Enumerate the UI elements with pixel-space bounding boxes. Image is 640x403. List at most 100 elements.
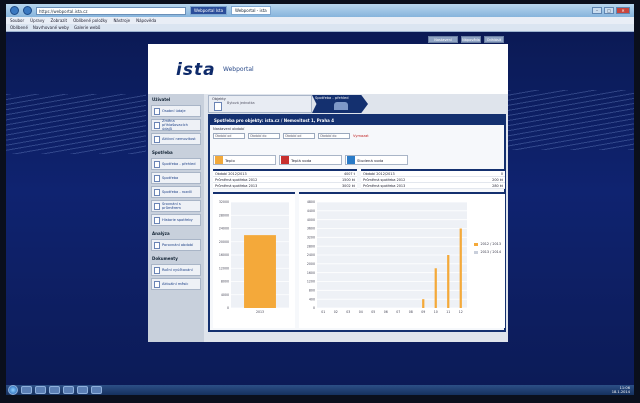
- period-from-select[interactable]: Období od: [213, 133, 245, 139]
- taskbar-app-ie[interactable]: [21, 386, 32, 394]
- reset-filter-button[interactable]: Vymazat: [353, 134, 369, 138]
- sidebar-item-active-property[interactable]: Aktivní nemovitost: [151, 133, 201, 145]
- y-tick-label: 2800: [307, 244, 315, 248]
- settings-button[interactable]: Nastavení: [428, 36, 458, 43]
- browser-tab-2[interactable]: Webportal - ista: [231, 6, 271, 15]
- y-tick-label: 20000: [219, 240, 229, 244]
- portal-title: Webportal: [223, 66, 254, 73]
- x-tick-label: 01: [321, 310, 325, 314]
- menu-item[interactable]: Soubor: [10, 17, 24, 24]
- chart-icon: [154, 188, 160, 196]
- y-tick-label: 1200: [307, 280, 315, 284]
- bar: [422, 299, 425, 308]
- sidebar-section-title: Spotřeba: [152, 150, 173, 155]
- row-value: 4007 t: [343, 172, 355, 176]
- bar: [459, 228, 462, 308]
- x-tick-label: 08: [409, 310, 413, 314]
- period-from-select-2[interactable]: Období od: [283, 133, 315, 139]
- legend-item[interactable]: 2012 / 2013: [474, 242, 501, 246]
- back-icon[interactable]: [10, 6, 19, 15]
- sidebar-item-consumption-difference[interactable]: Spotřeba - rozdíl: [151, 186, 201, 198]
- sidebar-item-change-login[interactable]: Změna přihlašovacích údajů: [151, 119, 201, 131]
- taskbar-app-office[interactable]: [63, 386, 74, 394]
- x-tick-label: 03: [346, 310, 350, 314]
- background-swoosh-left: [6, 94, 146, 154]
- document-icon: [154, 107, 160, 115]
- yearly-chart: 0 4000 8000 12000 16000 20000 24000 28000 32000 2…: [213, 192, 295, 328]
- sidebar-item-label: Spotřeba - rozdíl: [162, 190, 192, 194]
- legend-swatch: [474, 242, 479, 246]
- card-hot-water[interactable]: Teplá voda: [279, 155, 342, 165]
- sidebar-item-consumption-overview[interactable]: Spotřeba - přehled: [151, 158, 201, 170]
- period-to-select-2[interactable]: Období do: [318, 133, 350, 139]
- row-key: Průměrná spotřeba 2013: [215, 184, 258, 188]
- sidebar-item-period-comparison[interactable]: Porovnání období: [151, 239, 201, 251]
- main-area: Objekty Bytová jednotka Spotřeba - přehl…: [206, 94, 508, 342]
- sidebar-item-label: Srovnání s průměrem: [162, 202, 181, 210]
- document-icon: [154, 121, 160, 129]
- sidebar-item-label: Aktuální měsíc: [162, 282, 189, 286]
- document-icon: [154, 280, 160, 288]
- chart-icon: [154, 160, 160, 168]
- sidebar-item-label: Historie spotřeby: [162, 218, 193, 222]
- sidebar-item-average-comparison[interactable]: Srovnání s průměrem: [151, 200, 201, 212]
- minimize-icon[interactable]: –: [592, 7, 602, 14]
- sidebar-item-current-month[interactable]: Aktuální měsíc: [151, 278, 201, 290]
- taskbar-app-browser[interactable]: [77, 386, 88, 394]
- menu-item[interactable]: Oblíbené položky: [73, 17, 107, 24]
- period-filter: Nastavení období Období od Období do Obd…: [213, 127, 501, 139]
- step-objects[interactable]: Objekty Bytová jednotka: [208, 95, 312, 113]
- sidebar-item-consumption[interactable]: Spotřeba: [151, 172, 201, 184]
- favorites-item[interactable]: Navrhované weby: [33, 24, 69, 31]
- menu-item[interactable]: Nápověda: [136, 17, 156, 24]
- x-tick-label: 10: [434, 310, 438, 314]
- taskbar-app-explorer[interactable]: [35, 386, 46, 394]
- start-button[interactable]: [8, 385, 18, 395]
- y-tick-label: 4000: [307, 218, 315, 222]
- taskbar-app-media[interactable]: [49, 386, 60, 394]
- chart-legend: 2012 / 2013 2013 / 2014: [474, 242, 501, 258]
- row-value: 200 kt: [492, 178, 503, 182]
- sidebar-section-title: Uživatel: [152, 97, 171, 102]
- card-cold-water[interactable]: Studená voda: [345, 155, 408, 165]
- y-tick-label: 32000: [219, 200, 229, 204]
- menu-item[interactable]: Úpravy: [30, 17, 44, 24]
- sidebar-item-personal-data[interactable]: Osobní údaje: [151, 105, 201, 117]
- monthly-chart: 0 400 800 1200 1600 2000 2400 2800 3200 3600 4000 4…: [299, 192, 505, 328]
- background-swoosh-right: [506, 90, 634, 150]
- menu-item[interactable]: Nástroje: [113, 17, 130, 24]
- sidebar-item-label: Roční vyúčtování: [162, 268, 193, 272]
- taskbar-app-other[interactable]: [91, 386, 102, 394]
- step-consumption-overview[interactable]: Spotřeba - přehled: [312, 95, 368, 113]
- logout-button[interactable]: Odhlásit: [484, 36, 504, 43]
- sidebar-item-label: Změna přihlašovacích údajů: [162, 119, 188, 131]
- address-bar[interactable]: https://webportal.ista.cz: [36, 6, 186, 15]
- card-heat[interactable]: Teplo: [213, 155, 276, 165]
- y-tick-label: 16000: [219, 253, 229, 257]
- row-value: 280 kt: [492, 184, 503, 188]
- header-buttons: Nastavení Nápověda Odhlásit: [428, 36, 504, 43]
- forward-icon[interactable]: [23, 6, 32, 15]
- menu-item[interactable]: Zobrazit: [50, 17, 67, 24]
- bar: [447, 255, 450, 308]
- legend-item[interactable]: 2013 / 2014: [474, 250, 501, 254]
- x-tick-label: 02: [334, 310, 338, 314]
- help-button[interactable]: Nápověda: [461, 36, 481, 43]
- heat-icon: [215, 156, 223, 164]
- period-to-select[interactable]: Období do: [248, 133, 280, 139]
- taskbar-clock[interactable]: 11:06 18.1.2014: [612, 386, 630, 394]
- sidebar-section-title: Analýza: [152, 231, 170, 236]
- card-label: Teplá voda: [291, 157, 312, 163]
- browser-tab-1[interactable]: Webportal Ista: [190, 6, 228, 15]
- bar: [434, 268, 437, 308]
- close-icon[interactable]: ✕: [616, 7, 630, 14]
- maximize-icon[interactable]: □: [604, 7, 614, 14]
- favorites-item[interactable]: Oblíbené: [10, 24, 28, 31]
- legend-swatch: [474, 250, 479, 254]
- sidebar-item-annual-billing[interactable]: Roční vyúčtování: [151, 264, 201, 276]
- favorites-item[interactable]: Galerie webů: [74, 24, 100, 31]
- row-key: Období 2012/2013: [215, 172, 247, 176]
- y-tick-label: 12000: [219, 266, 229, 270]
- sidebar-item-consumption-history[interactable]: Historie spotřeby: [151, 214, 201, 226]
- ista-logo[interactable]: ista: [176, 60, 216, 80]
